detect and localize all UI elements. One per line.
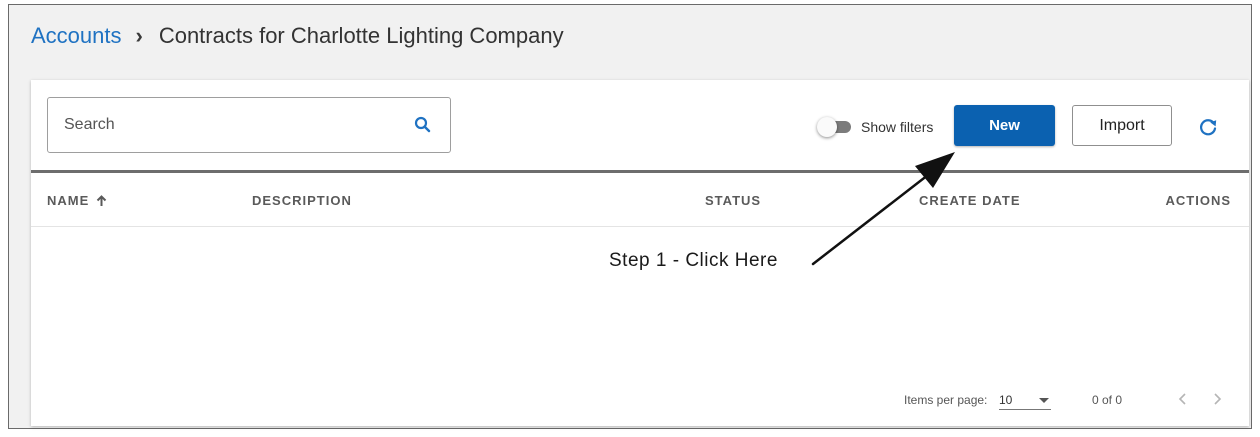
paginator: Items per page: 10 0 of 0 [31,380,1249,420]
breadcrumb-accounts-link[interactable]: Accounts [31,23,122,49]
annotation-arrow-icon [811,152,955,266]
toggle-thumb [817,117,837,137]
table-header: NAME DESCRIPTION STATUS CREATE DATE ACTI… [31,173,1249,227]
page-range-label: 0 of 0 [1092,393,1123,407]
page-title: Contracts for Charlotte Lighting Company [158,23,564,48]
new-button[interactable]: New [954,105,1055,146]
show-filters-label: Show filters [861,119,934,135]
import-button[interactable]: Import [1072,105,1172,146]
breadcrumb-separator: › [135,23,143,48]
dropdown-caret-icon [1039,398,1049,403]
sort-ascending-icon [97,194,107,206]
column-header-name[interactable]: NAME [47,193,107,208]
search-input[interactable] [62,115,406,135]
next-page-icon[interactable] [1208,390,1226,408]
column-header-actions: ACTIONS [1165,193,1231,208]
column-header-description[interactable]: DESCRIPTION [252,193,352,208]
refresh-icon[interactable] [1197,116,1219,138]
step-annotation-text: Step 1 - Click Here [609,250,778,271]
items-per-page-label: Items per page: [904,393,988,407]
search-icon[interactable] [414,116,432,134]
column-header-status[interactable]: STATUS [705,193,761,208]
app-frame: Accounts › Contracts for Charlotte Light… [8,4,1252,429]
breadcrumb: Accounts › Contracts for Charlotte Light… [31,22,564,50]
show-filters-toggle[interactable] [817,117,853,137]
previous-page-icon[interactable] [1174,390,1192,408]
items-per-page-select[interactable]: 10 [999,388,1051,410]
column-header-name-label: NAME [47,193,90,208]
search-box [47,97,451,153]
items-per-page-value: 10 [999,393,1013,407]
